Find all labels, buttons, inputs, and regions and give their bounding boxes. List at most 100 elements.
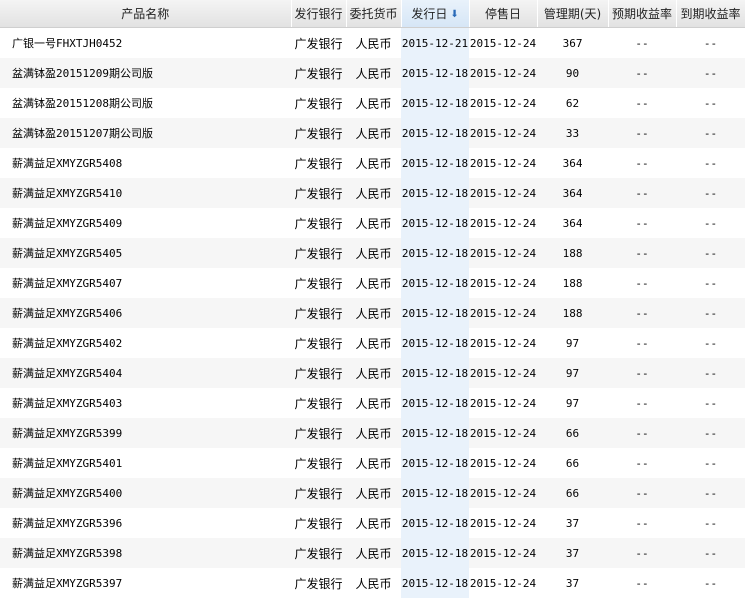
header-stop-date[interactable]: 停售日 [469,0,537,28]
expected-yield-cell: -- [608,148,676,178]
expected-yield-cell: -- [608,28,676,59]
issue-date-cell: 2015-12-18 [401,208,469,238]
header-term[interactable]: 管理期(天) [537,0,608,28]
bank-cell: 广发银行 [291,388,346,418]
table-row[interactable]: 薪满益足XMYZGR5398售广发银行人民币2015-12-182015-12-… [0,538,745,568]
maturity-yield-cell: -- [676,298,745,328]
expected-yield-cell: -- [608,538,676,568]
product-name-link[interactable]: 薪满益足XMYZGR5401 [0,448,236,478]
product-name-link[interactable]: 薪满益足XMYZGR5398 [0,538,236,568]
issue-date-cell: 2015-12-18 [401,478,469,508]
expected-yield-cell: -- [608,358,676,388]
stop-date-cell: 2015-12-24 [469,508,537,538]
header-maturity-yield[interactable]: 到期收益率 [676,0,745,28]
bank-cell: 广发银行 [291,448,346,478]
expected-yield-cell: -- [608,208,676,238]
table-row[interactable]: 薪满益足XMYZGR5396售广发银行人民币2015-12-182015-12-… [0,508,745,538]
product-name-link[interactable]: 薪满益足XMYZGR5403 [0,388,236,418]
product-table: 产品名称 发行银行 委托货币 发行日⬇ 停售日 管理期(天) 预期收益率 到期收… [0,0,745,598]
table-row[interactable]: 薪满益足XMYZGR5407售广发银行人民币2015-12-182015-12-… [0,268,745,298]
expected-yield-cell: -- [608,508,676,538]
stop-date-cell: 2015-12-24 [469,178,537,208]
product-name-link[interactable]: 薪满益足XMYZGR5402 [0,328,236,358]
table-row[interactable]: 薪满益足XMYZGR5397售广发银行人民币2015-12-182015-12-… [0,568,745,598]
maturity-yield-cell: -- [676,148,745,178]
term-cell: 367 [537,28,608,59]
table-row[interactable]: 薪满益足XMYZGR5403售广发银行人民币2015-12-182015-12-… [0,388,745,418]
product-name-link[interactable]: 盆满钵盈20151208期公司版 [0,88,236,118]
product-name-link[interactable]: 薪满益足XMYZGR5399 [0,418,236,448]
table-row[interactable]: 薪满益足XMYZGR5404售广发银行人民币2015-12-182015-12-… [0,358,745,388]
table-row[interactable]: 薪满益足XMYZGR5410售广发银行人民币2015-12-182015-12-… [0,178,745,208]
product-name-link[interactable]: 薪满益足XMYZGR5408 [0,148,236,178]
product-name-link[interactable]: 盆满钵盈20151207期公司版 [0,118,236,148]
product-name-link[interactable]: 薪满益足XMYZGR5406 [0,298,236,328]
badge-cell: 售 [236,208,291,238]
sort-down-arrow-icon: ⬇ [450,9,458,20]
product-name-link[interactable]: 薪满益足XMYZGR5396 [0,508,236,538]
header-bank[interactable]: 发行银行 [291,0,346,28]
table-row[interactable]: 盆满钵盈20151207期公司版售广发银行人民币2015-12-182015-1… [0,118,745,148]
bank-cell: 广发银行 [291,178,346,208]
expected-yield-cell: -- [608,328,676,358]
badge-cell: 售 [236,418,291,448]
product-name-link[interactable]: 薪满益足XMYZGR5410 [0,178,236,208]
product-name-link[interactable]: 薪满益足XMYZGR5404 [0,358,236,388]
table-row[interactable]: 薪满益足XMYZGR5405售广发银行人民币2015-12-182015-12-… [0,238,745,268]
table-row[interactable]: 薪满益足XMYZGR5401售广发银行人民币2015-12-182015-12-… [0,448,745,478]
maturity-yield-cell: -- [676,328,745,358]
currency-cell: 人民币 [346,418,401,448]
product-name-link[interactable]: 薪满益足XMYZGR5405 [0,238,236,268]
maturity-yield-cell: -- [676,448,745,478]
header-issue-date-label: 发行日 [411,7,447,21]
table-row[interactable]: 薪满益足XMYZGR5408售广发银行人民币2015-12-182015-12-… [0,148,745,178]
stop-date-cell: 2015-12-24 [469,208,537,238]
product-name-link[interactable]: 广银一号FHXTJH0452 [0,28,236,59]
stop-date-cell: 2015-12-24 [469,298,537,328]
term-cell: 37 [537,538,608,568]
bank-cell: 广发银行 [291,208,346,238]
expected-yield-cell: -- [608,238,676,268]
table-row[interactable]: 薪满益足XMYZGR5400售广发银行人民币2015-12-182015-12-… [0,478,745,508]
table-row[interactable]: 薪满益足XMYZGR5402售广发银行人民币2015-12-182015-12-… [0,328,745,358]
currency-cell: 人民币 [346,448,401,478]
header-product-name[interactable]: 产品名称 [0,0,291,28]
table-row[interactable]: 薪满益足XMYZGR5406售广发银行人民币2015-12-182015-12-… [0,298,745,328]
table-row[interactable]: 薪满益足XMYZGR5409售广发银行人民币2015-12-182015-12-… [0,208,745,238]
bank-cell: 广发银行 [291,538,346,568]
badge-cell: 售 [236,508,291,538]
term-cell: 66 [537,418,608,448]
bank-cell: 广发银行 [291,478,346,508]
badge-cell: 售 [236,268,291,298]
stop-date-cell: 2015-12-24 [469,118,537,148]
stop-date-cell: 2015-12-24 [469,268,537,298]
badge-cell: 售 [236,118,291,148]
table-row[interactable]: 薪满益足XMYZGR5399售广发银行人民币2015-12-182015-12-… [0,418,745,448]
bank-cell: 广发银行 [291,358,346,388]
table-row[interactable]: 广银一号FHXTJH0452售广发银行人民币2015-12-212015-12-… [0,28,745,59]
maturity-yield-cell: -- [676,118,745,148]
table-row[interactable]: 盆满钵盈20151208期公司版售广发银行人民币2015-12-182015-1… [0,88,745,118]
stop-date-cell: 2015-12-24 [469,448,537,478]
bank-cell: 广发银行 [291,88,346,118]
expected-yield-cell: -- [608,178,676,208]
issue-date-cell: 2015-12-18 [401,448,469,478]
header-issue-date[interactable]: 发行日⬇ [401,0,469,28]
currency-cell: 人民币 [346,268,401,298]
term-cell: 364 [537,178,608,208]
term-cell: 97 [537,358,608,388]
maturity-yield-cell: -- [676,418,745,448]
product-name-link[interactable]: 盆满钵盈20151209期公司版 [0,58,236,88]
term-cell: 33 [537,118,608,148]
expected-yield-cell: -- [608,478,676,508]
header-currency[interactable]: 委托货币 [346,0,401,28]
product-name-link[interactable]: 薪满益足XMYZGR5407 [0,268,236,298]
table-row[interactable]: 盆满钵盈20151209期公司版售广发银行人民币2015-12-182015-1… [0,58,745,88]
stop-date-cell: 2015-12-24 [469,328,537,358]
header-expected-yield[interactable]: 预期收益率 [608,0,676,28]
term-cell: 97 [537,328,608,358]
badge-cell: 售 [236,448,291,478]
product-name-link[interactable]: 薪满益足XMYZGR5400 [0,478,236,508]
product-name-link[interactable]: 薪满益足XMYZGR5409 [0,208,236,238]
product-name-link[interactable]: 薪满益足XMYZGR5397 [0,568,236,598]
